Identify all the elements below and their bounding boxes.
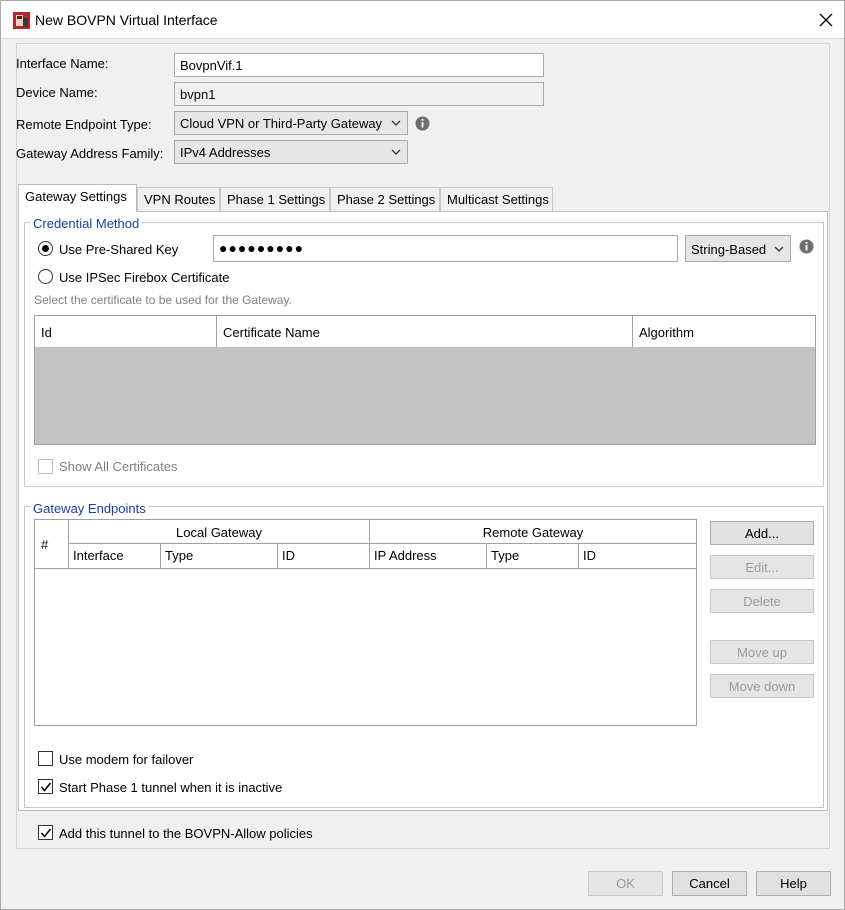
info-icon[interactable] (799, 239, 814, 254)
window-title: New BOVPN Virtual Interface (35, 12, 218, 28)
app-icon (13, 12, 30, 29)
tab-phase1-settings[interactable]: Phase 1 Settings (220, 187, 330, 211)
cancel-button[interactable]: Cancel (672, 871, 747, 896)
device-name-label: Device Name: (16, 85, 98, 100)
cert-col-id[interactable]: Id (35, 316, 217, 347)
chevron-down-icon (391, 120, 401, 126)
certificate-table-body (35, 347, 815, 444)
remote-gateway-header: Remote Gateway (370, 520, 696, 544)
gateway-address-family-select[interactable]: IPv4 Addresses (174, 140, 408, 164)
start-phase1-label: Start Phase 1 tunnel when it is inactive (59, 780, 283, 795)
show-all-certs-checkbox[interactable] (38, 459, 53, 474)
move-up-button[interactable]: Move up (710, 640, 814, 664)
remote-endpoint-type-value: Cloud VPN or Third-Party Gateway (180, 116, 383, 131)
certificate-table: Id Certificate Name Algorithm (34, 315, 816, 445)
close-icon (819, 13, 833, 27)
cert-hint-text: Select the certificate to be used for th… (34, 293, 292, 307)
gateway-endpoints-title: Gateway Endpoints (30, 501, 149, 516)
show-all-certs-label: Show All Certificates (59, 459, 178, 474)
help-button[interactable]: Help (756, 871, 831, 896)
local-col-interface[interactable]: Interface (69, 544, 161, 568)
interface-name-label: Interface Name: (16, 56, 109, 71)
local-gateway-header: Local Gateway (69, 520, 370, 544)
tab-gateway-settings[interactable]: Gateway Settings (18, 184, 137, 212)
dialog-window: New BOVPN Virtual Interface Interface Na… (0, 0, 845, 910)
remote-col-id[interactable]: ID (579, 544, 696, 568)
psk-type-select[interactable]: String-Based (685, 235, 791, 262)
delete-endpoint-button[interactable]: Delete (710, 589, 814, 613)
bovpn-allow-label: Add this tunnel to the BOVPN-Allow polic… (59, 826, 313, 841)
checkmark-icon (40, 828, 52, 838)
psk-input[interactable]: ●●●●●●●●● (213, 235, 678, 262)
gateway-endpoints-table: # Local Gateway Remote Gateway Interface… (34, 519, 697, 726)
remote-col-type[interactable]: Type (487, 544, 579, 568)
start-phase1-checkbox[interactable] (38, 779, 53, 794)
use-ipsec-cert-radio[interactable] (38, 269, 53, 284)
checkmark-icon (40, 782, 52, 792)
modem-failover-checkbox[interactable] (38, 751, 53, 766)
credential-method-title: Credential Method (30, 216, 143, 231)
use-ipsec-cert-label: Use IPSec Firebox Certificate (59, 270, 230, 285)
psk-type-value: String-Based (691, 242, 767, 257)
use-psk-radio[interactable] (38, 241, 53, 256)
move-down-button[interactable]: Move down (710, 674, 814, 698)
local-col-id[interactable]: ID (278, 544, 370, 568)
cert-col-algorithm[interactable]: Algorithm (633, 316, 815, 347)
edit-endpoint-button[interactable]: Edit... (710, 555, 814, 579)
chevron-down-icon (391, 149, 401, 155)
chevron-down-icon (774, 246, 784, 252)
device-name-input[interactable]: bvpn1 (174, 82, 544, 106)
interface-name-input[interactable]: BovpnVif.1 (174, 53, 544, 77)
gateway-address-family-value: IPv4 Addresses (180, 145, 271, 160)
remote-endpoint-type-label: Remote Endpoint Type: (16, 117, 152, 132)
use-psk-label: Use Pre-Shared Key (59, 242, 179, 257)
info-icon[interactable] (415, 116, 430, 131)
gateway-address-family-label: Gateway Address Family: (16, 146, 164, 161)
tab-phase2-settings[interactable]: Phase 2 Settings (330, 187, 440, 211)
add-endpoint-button[interactable]: Add... (710, 521, 814, 545)
tab-multicast-settings[interactable]: Multicast Settings (440, 187, 553, 211)
bovpn-allow-checkbox[interactable] (38, 825, 53, 840)
header-divider (35, 568, 696, 569)
ok-button[interactable]: OK (588, 871, 663, 896)
remote-col-ip-address[interactable]: IP Address (370, 544, 487, 568)
modem-failover-label: Use modem for failover (59, 752, 194, 767)
local-col-type[interactable]: Type (161, 544, 278, 568)
endpoint-col-number[interactable]: # (35, 520, 69, 568)
title-bar: New BOVPN Virtual Interface (1, 1, 844, 39)
close-button[interactable] (812, 7, 840, 33)
cert-col-name[interactable]: Certificate Name (217, 316, 633, 347)
remote-endpoint-type-select[interactable]: Cloud VPN or Third-Party Gateway (174, 111, 408, 135)
tab-vpn-routes[interactable]: VPN Routes (137, 187, 220, 211)
